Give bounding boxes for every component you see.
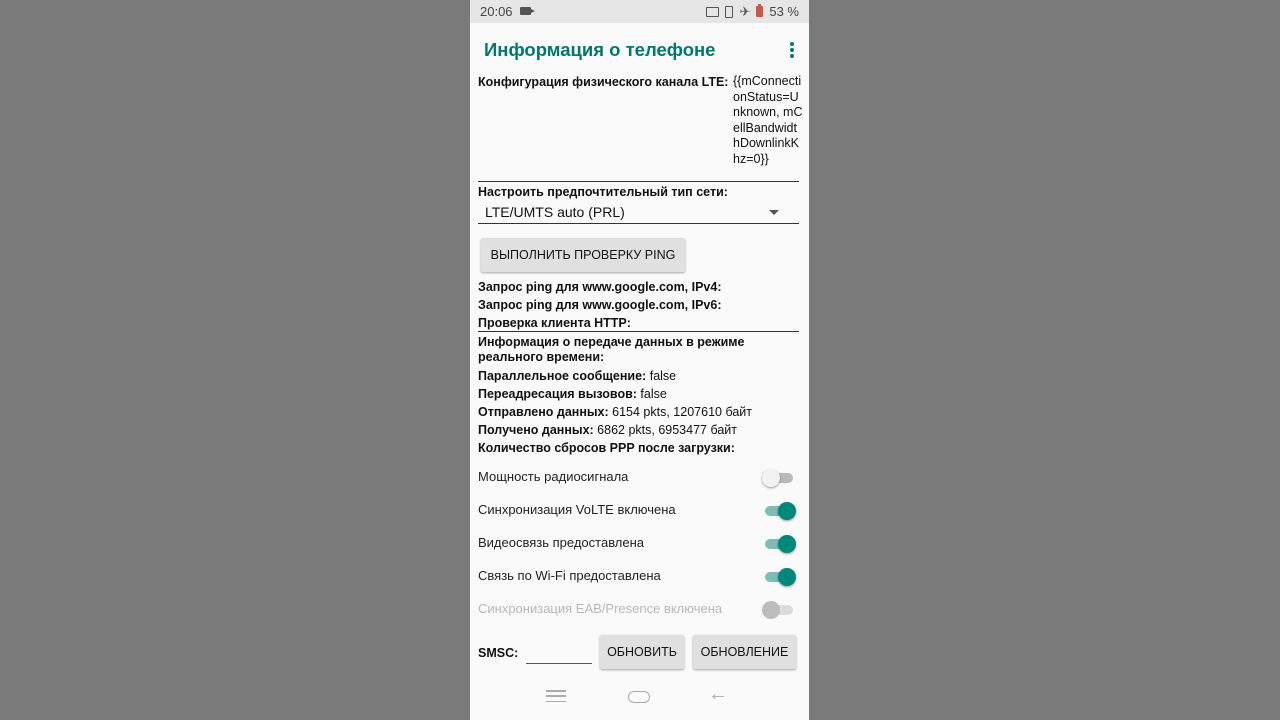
overflow-menu-icon[interactable] [789,42,795,58]
forwarding-value: false [640,387,667,401]
switch-row-radio-power[interactable]: Мощность радиосигнала [470,462,809,492]
recents-icon[interactable] [546,690,566,702]
forwarding-label: Переадресация вызовов: [478,387,637,401]
video-call-toggle[interactable] [762,534,796,554]
divider [478,223,799,224]
http-check-label: Проверка клиента HTTP: [478,316,631,330]
smsc-input[interactable] [526,645,592,664]
switch-label: Мощность радиосигнала [478,469,629,484]
vibrate-icon [725,5,734,18]
phone-screen: 20:06 ✈ 53 % Информация о телефоне Конфи… [470,0,809,720]
screen-record-icon [520,7,535,15]
battery-icon [756,4,764,17]
smsc-label: SMSC: [478,646,519,660]
forwarding-row: Переадресация вызовов: false [478,387,667,401]
smsc-refresh-button[interactable]: ОБНОВИТЬ [600,635,684,669]
page-title: Информация о телефоне [484,39,716,60]
received-label: Получено данных: [478,423,594,437]
switch-row-wifi-calling[interactable]: Связь по Wi-Fi предоставлена [470,561,809,591]
divider [478,181,799,182]
parallel-label: Параллельное сообщение: [478,369,647,383]
ppp-reset-label: Количество сбросов PPP после загрузки: [478,441,735,455]
switch-row-eab: Синхронизация EAB/Presence включена [470,594,809,624]
navigation-bar: ← [470,675,809,720]
status-bar: 20:06 ✈ 53 % [470,0,809,23]
received-value: 6862 pkts, 6953477 байт [597,423,737,437]
battery-percent: 53 % [769,4,799,19]
home-icon[interactable] [628,691,650,703]
network-type-value: LTE/UMTS auto (PRL) [485,204,625,220]
network-type-label: Настроить предпочтительный тип сети: [478,185,728,199]
switch-row-volte[interactable]: Синхронизация VoLTE включена [470,495,809,525]
switch-label: Видеосвязь предоставлена [478,535,645,550]
data-info-heading: Информация о передаче данных в режиме [478,335,745,349]
back-icon[interactable]: ← [708,683,728,706]
lte-config-label: Конфигурация физического канала LTE: [478,75,729,89]
switch-label: Синхронизация EAB/Presence включена [478,601,723,616]
cast-icon [706,6,720,17]
switch-label: Связь по Wi-Fi предоставлена [478,568,661,583]
radio-power-toggle[interactable] [762,468,796,488]
lte-config-value: {{mConnectionStatus=Unknown, mCellBandwi… [733,74,803,166]
switch-row-video[interactable]: Видеосвязь предоставлена [470,528,809,558]
received-row: Получено данных: 6862 pkts, 6953477 байт [478,423,737,437]
airplane-icon: ✈ [739,4,751,19]
parallel-value: false [649,369,677,383]
ping-ipv4-label: Запрос ping для www.google.com, IPv4: [478,280,722,294]
volte-toggle[interactable] [762,501,796,521]
wifi-calling-toggle[interactable] [762,567,796,587]
app-bar: Информация о телефоне [470,23,809,75]
status-icons: ✈ 53 % [706,4,799,19]
data-info-heading-cont: реального времени: [478,350,605,364]
sent-label: Отправлено данных: [478,405,609,419]
sent-value: 6154 pkts, 1207610 байт [612,405,752,419]
ping-test-button[interactable]: ВЫПОЛНИТЬ ПРОВЕРКУ PING [481,238,685,272]
dropdown-arrow-icon [769,210,779,215]
network-type-dropdown[interactable]: LTE/UMTS auto (PRL) [478,202,799,224]
sent-row: Отправлено данных: 6154 pkts, 1207610 ба… [478,405,752,419]
divider [478,331,799,332]
parallel-row: Параллельное сообщение: false [478,369,676,383]
main-content: Конфигурация физического канала LTE: {{m… [470,74,809,675]
switch-label: Синхронизация VoLTE включена [478,502,676,517]
smsc-update-button[interactable]: ОБНОВЛЕНИЕ [693,635,796,669]
ping-ipv6-label: Запрос ping для www.google.com, IPv6: [478,298,722,312]
status-time: 20:06 [480,4,513,19]
eab-presence-toggle [762,600,796,620]
